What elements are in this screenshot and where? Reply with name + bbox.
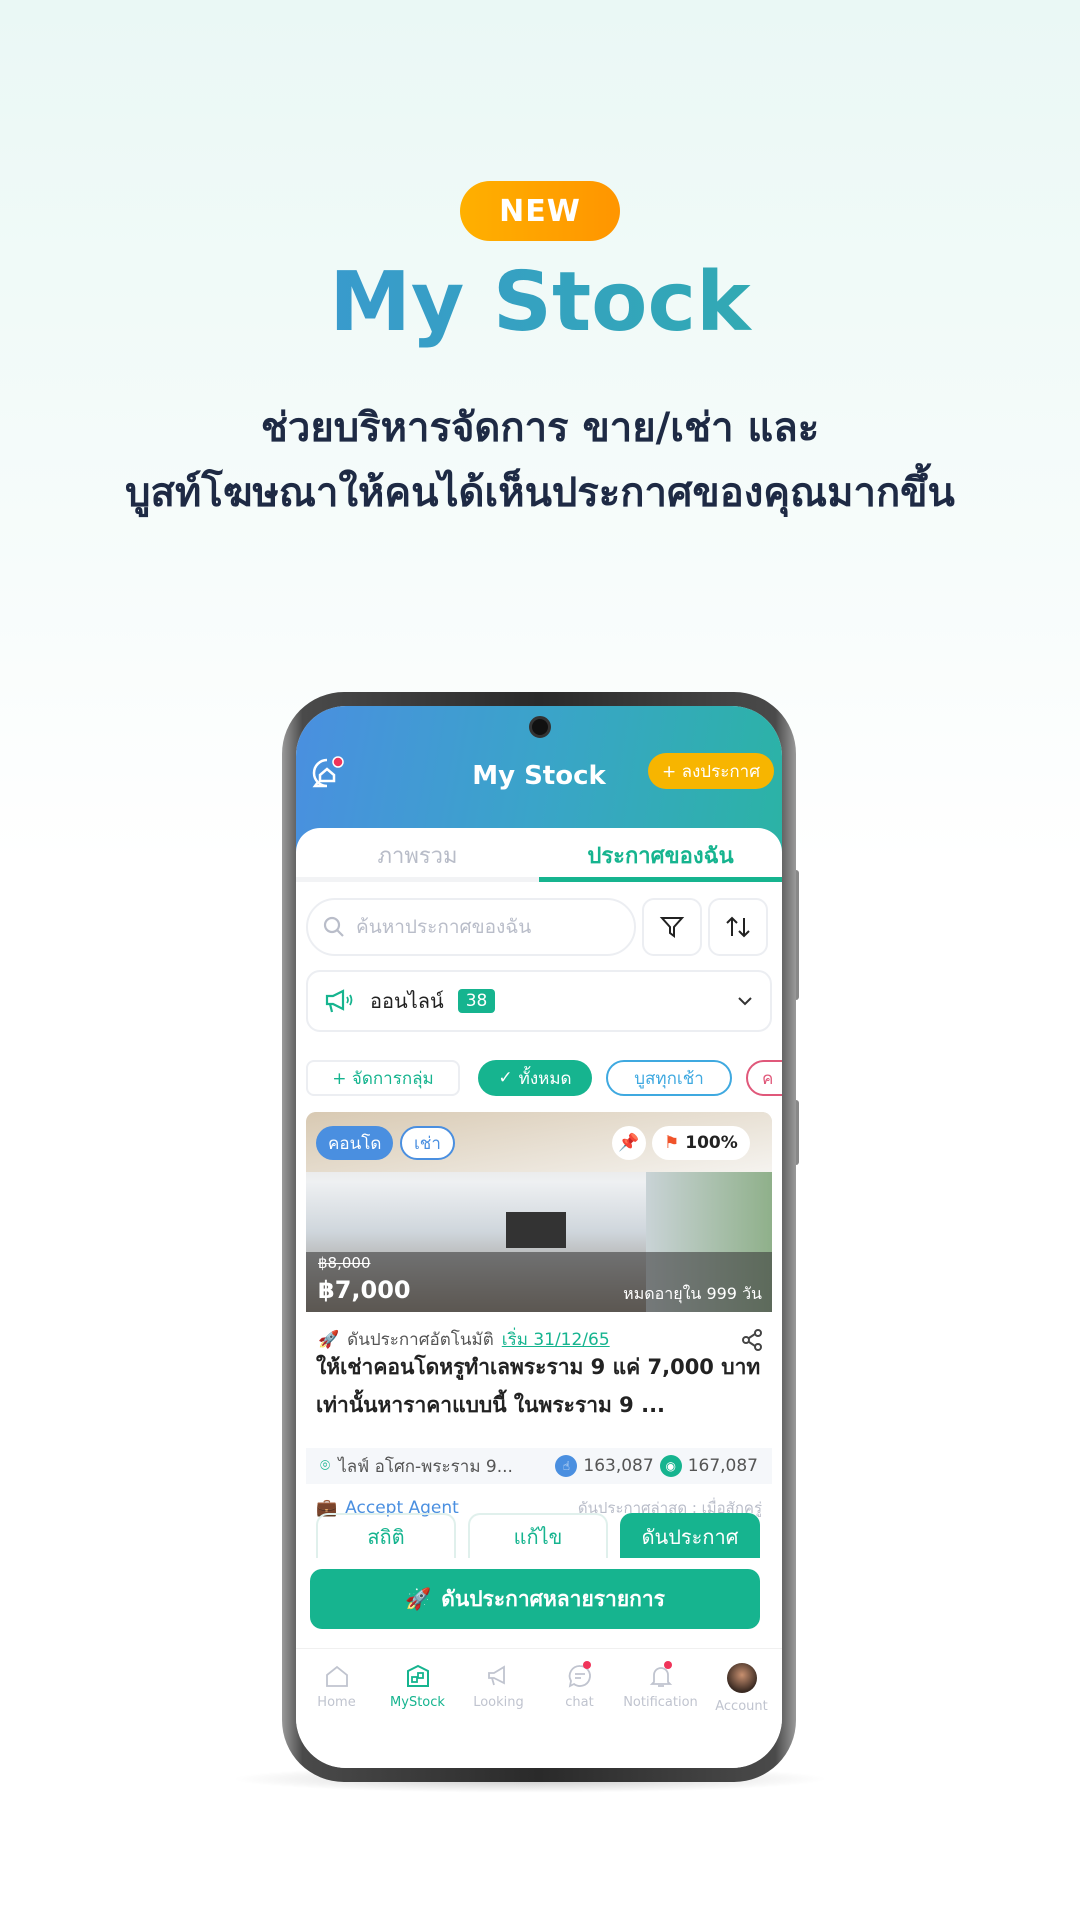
chevron-down-icon [738, 997, 752, 1006]
tv [506, 1212, 566, 1248]
nav-mystock[interactable]: MyStock [377, 1649, 458, 1768]
view-count: 167,087 [687, 1456, 758, 1476]
phone-screen: My Stock + ลงประกาศ ภาพรวม ประกาศของฉัน … [296, 706, 782, 1768]
megaphone-icon [325, 989, 353, 1013]
promo-title: My Stock [0, 255, 1080, 350]
post-listing-button[interactable]: + ลงประกาศ [647, 753, 774, 789]
location-row: ⌾ ไลฟ์ อโศก-พระราม 9... ☝ 163,087 ◉ 167,087 [306, 1448, 772, 1484]
phone-frame: My Stock + ลงประกาศ ภาพรวม ประกาศของฉัน … [282, 692, 796, 1782]
pin-icon: 📌 [618, 1133, 640, 1153]
listing-photo[interactable]: คอนโด เช่า 📌 ⚑ 100% ฿8,000 ฿7,000 หมดอายุ… [306, 1112, 772, 1312]
nav-account[interactable]: Account [701, 1649, 782, 1768]
deal-type-badge: เช่า [400, 1126, 455, 1160]
sort-icon [726, 916, 750, 938]
promo-subtitle-2: บูสท์โฆษณาให้คนได้เห็นประกาศของคุณมากขึ้… [125, 470, 955, 516]
search-placeholder: ค้นหาประกาศของฉัน [356, 916, 532, 938]
flag-icon: ⚑ [664, 1133, 680, 1153]
nav-label: Account [715, 1699, 768, 1714]
property-type-badge: คอนโด [316, 1126, 394, 1160]
old-price: ฿8,000 [318, 1254, 371, 1272]
nav-label: Looking [473, 1695, 524, 1710]
price: ฿7,000 [318, 1276, 411, 1304]
notification-dot [664, 1661, 672, 1669]
nav-label: Home [317, 1695, 356, 1710]
content: ภาพรวม ประกาศของฉัน ค้นหาประกาศของฉัน ออ… [296, 828, 782, 1768]
status-label: ออนไลน์ [370, 989, 444, 1013]
price-bar: ฿8,000 ฿7,000 หมดอายุใน 999 วัน [306, 1252, 772, 1312]
nav-label: chat [565, 1695, 594, 1710]
status-dropdown[interactable]: ออนไลน์ 38 [306, 970, 772, 1032]
chip-boost-morning[interactable]: บูสทุกเช้า [606, 1060, 732, 1096]
manage-group-chip[interactable]: + จัดการกลุ่ม [306, 1060, 460, 1096]
nav-label: Notification [623, 1695, 698, 1710]
expiry: หมดอายุใน 999 วัน [623, 1284, 762, 1303]
chip-all-label: ทั้งหมด [518, 1068, 572, 1089]
bulk-boost-label: ดันประกาศหลายรายการ [441, 1586, 665, 1611]
mystock-icon [406, 1664, 429, 1687]
avatar [726, 1663, 757, 1693]
megaphone-icon [487, 1665, 505, 1686]
tab-my-listings[interactable]: ประกาศของฉัน [539, 838, 782, 882]
boost-button[interactable]: ดันประกาศ [620, 1513, 760, 1558]
search-icon [323, 916, 344, 937]
nav-label: MyStock [390, 1695, 445, 1710]
filter-icon [659, 917, 685, 938]
chat-unread-dot [583, 1661, 591, 1669]
rockets-icon: 🚀 [405, 1586, 432, 1611]
nav-chat[interactable]: chat [539, 1649, 620, 1768]
edit-button[interactable]: แก้ไข [468, 1513, 608, 1558]
pin-button[interactable]: 📌 [612, 1126, 646, 1160]
tab-overview[interactable]: ภาพรวม [296, 838, 539, 882]
check-icon: ✓ [498, 1068, 513, 1088]
nav-home[interactable]: Home [296, 1649, 377, 1768]
stats-button[interactable]: สถิติ [316, 1513, 456, 1558]
promo-subtitle-1: ช่วยบริหารจัดการ ขาย/เช่า และ [260, 405, 820, 451]
rank-badge: ⚑ 100% [652, 1126, 750, 1160]
new-badge: NEW [460, 181, 620, 241]
listing-title[interactable]: ให้เช่าคอนโดหรูทำเลพระราม 9 แค่ 7,000 บา… [316, 1348, 766, 1424]
eye-icon: ◉ [659, 1455, 682, 1477]
rocket-icon: 🚀 [318, 1329, 340, 1350]
location: ไลฟ์ อโศก-พระราม 9... [338, 1456, 513, 1477]
status-count: 38 [457, 989, 496, 1013]
bottom-nav: Home MyStock Looking chat Notification A… [296, 1648, 782, 1768]
nav-looking[interactable]: Looking [458, 1649, 539, 1768]
nav-notification[interactable]: Notification [620, 1649, 701, 1768]
search-input[interactable]: ค้นหาประกาศของฉัน [306, 898, 636, 956]
click-count: 163,087 [583, 1456, 654, 1476]
camera [529, 716, 551, 738]
rank-value: 100% [685, 1133, 738, 1153]
click-icon: ☝ [555, 1455, 578, 1477]
filter-button[interactable] [642, 898, 702, 956]
location-pin-icon: ⌾ [320, 1456, 331, 1476]
chip-all[interactable]: ✓ ทั้งหมด [478, 1060, 592, 1096]
bulk-boost-button[interactable]: 🚀 ดันประกาศหลายรายการ [310, 1569, 760, 1629]
chip-next[interactable]: ค [746, 1060, 782, 1096]
sort-button[interactable] [708, 898, 768, 956]
home-icon [325, 1665, 348, 1687]
